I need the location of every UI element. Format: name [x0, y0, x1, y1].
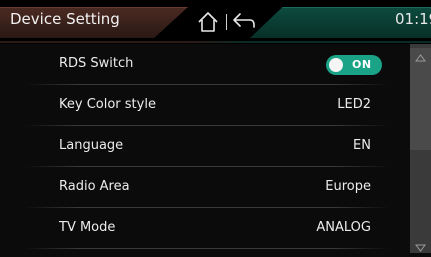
back-button[interactable] — [230, 8, 258, 36]
setting-row-key-color-style[interactable]: Key Color style LED2 — [0, 85, 405, 126]
nav-buttons — [188, 6, 255, 38]
clock: 01:19 — [395, 10, 431, 28]
setting-label: RDS Switch — [59, 56, 134, 71]
title-bar: Device Setting 01:19 — [0, 0, 431, 44]
setting-label: Language — [59, 138, 124, 153]
scroll-down-button[interactable] — [414, 238, 427, 252]
triangle-up-icon — [415, 54, 426, 62]
setting-row-radio-area[interactable]: Radio Area Europe — [0, 167, 405, 208]
setting-value: ANALOG — [316, 220, 371, 235]
setting-row-rds-switch[interactable]: RDS Switch ON — [0, 44, 405, 85]
row-divider — [24, 248, 390, 249]
title-bar-underline — [0, 41, 431, 43]
setting-value: Europe — [325, 179, 371, 194]
nav-divider — [226, 14, 227, 30]
page-title: Device Setting — [10, 10, 120, 28]
toggle-knob — [329, 58, 343, 72]
scrollbar[interactable] — [410, 44, 431, 253]
toggle-state-label: ON — [352, 58, 372, 71]
setting-label: TV Mode — [59, 220, 116, 235]
scroll-up-button[interactable] — [414, 48, 427, 62]
scrollbar-thumb[interactable] — [410, 48, 431, 150]
back-arrow-icon — [233, 13, 255, 28]
settings-list: RDS Switch ON Key Color style LED2 Langu… — [0, 44, 405, 253]
home-icon — [198, 12, 218, 32]
triangle-down-icon — [415, 244, 426, 252]
setting-value: LED2 — [337, 97, 371, 112]
setting-row-language[interactable]: Language EN — [0, 126, 405, 167]
setting-row-tv-mode[interactable]: TV Mode ANALOG — [0, 208, 405, 249]
setting-label: Radio Area — [59, 179, 130, 194]
setting-label: Key Color style — [59, 97, 156, 112]
home-button[interactable] — [194, 8, 222, 36]
setting-value: EN — [353, 138, 371, 153]
rds-switch-toggle[interactable]: ON — [326, 55, 382, 75]
